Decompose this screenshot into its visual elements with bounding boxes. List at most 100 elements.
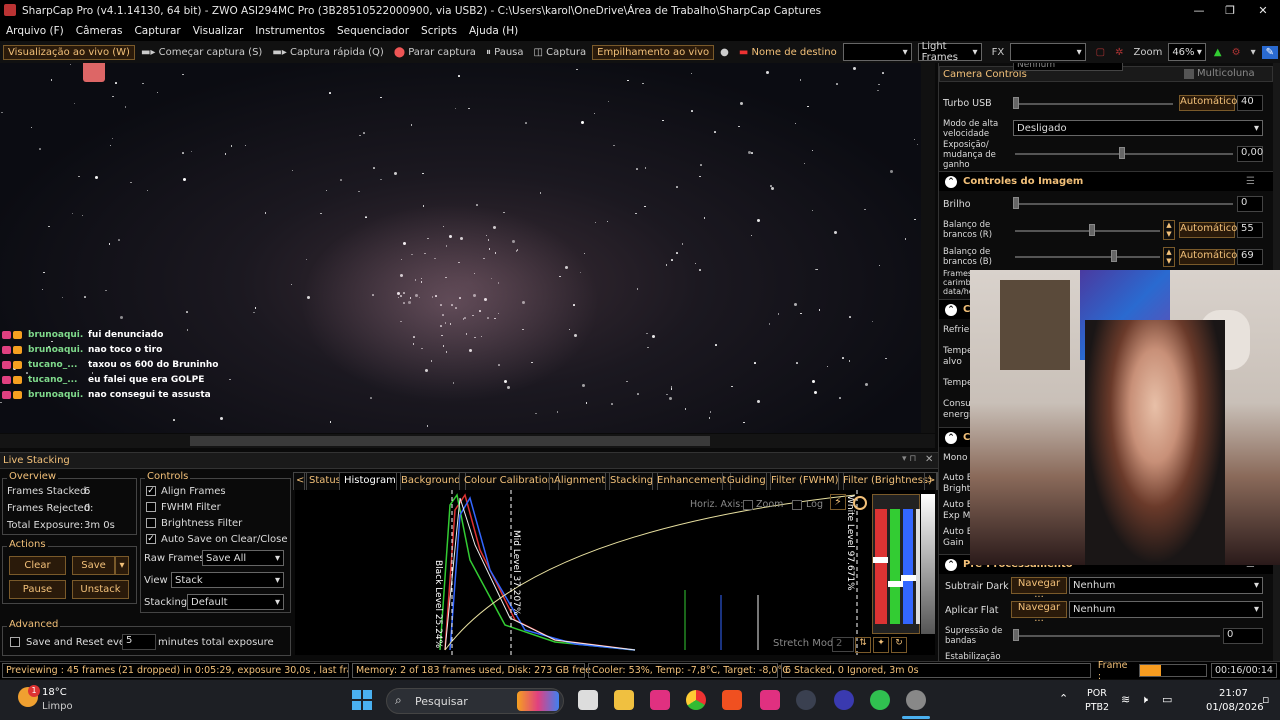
wb-b-auto-button[interactable]: Automático — [1179, 249, 1237, 265]
obs-icon[interactable] — [796, 690, 816, 710]
apply-flat-combo[interactable]: Nenhum ▾ — [1069, 601, 1263, 618]
capture-button[interactable]: ◫ Captura — [530, 46, 591, 59]
tab-filter-brightness[interactable]: Filter (Brightness) — [838, 472, 938, 490]
brightness-filter-checkbox[interactable] — [146, 518, 156, 528]
tab-background[interactable]: Background — [396, 472, 466, 490]
brave-icon[interactable] — [722, 690, 742, 710]
histogram-panel[interactable]: Black Level 25.24% Mid Level 37.207% Whi… — [295, 490, 935, 655]
tab-guiding[interactable]: Guiding — [722, 472, 771, 490]
subtract-dark-combo[interactable]: Nenhum ▾ — [1069, 577, 1263, 594]
turbo-usb-knob[interactable] — [1013, 97, 1019, 109]
volume-icon[interactable]: 🕨 — [1141, 693, 1148, 707]
intensity-bar[interactable] — [921, 494, 935, 634]
green-handle[interactable] — [888, 581, 903, 587]
pin-icon[interactable]: ▾ ⊓ — [902, 454, 916, 464]
quick-capture-button[interactable]: ▬▸ Captura rápida (Q) — [268, 46, 387, 59]
histogram-graph[interactable] — [295, 490, 935, 655]
save-button[interactable]: Save — [72, 556, 115, 575]
stellarium-icon[interactable] — [834, 690, 854, 710]
menu-scripts[interactable]: Scripts — [415, 25, 463, 37]
log-checkbox[interactable] — [792, 500, 802, 510]
auto-save-checkbox[interactable]: ✓ — [146, 534, 156, 544]
pin-icon[interactable]: ✎ — [1261, 45, 1279, 59]
menu-cameras[interactable]: Câmeras — [70, 25, 129, 37]
clock-date[interactable]: 01/08/2026 — [1206, 702, 1264, 713]
red-bar[interactable] — [875, 509, 887, 624]
sharpcap-icon[interactable] — [906, 690, 926, 710]
windows-start-icon[interactable] — [352, 690, 372, 710]
clear-button[interactable]: Clear — [9, 556, 66, 575]
start-capture-button[interactable]: ▬▸ Começar captura (S) — [137, 46, 266, 59]
wb-r-knob[interactable] — [1089, 224, 1095, 236]
close-icon[interactable]: ✕ — [925, 454, 933, 465]
brightness-slider[interactable] — [1015, 203, 1233, 205]
zoom-combo[interactable]: 46% ▾ — [1168, 43, 1206, 61]
tray-chevron-icon[interactable]: ⌃ — [1059, 692, 1068, 705]
stretch-arrows-icon[interactable]: ⇅ — [855, 637, 871, 653]
turbo-usb-auto-button[interactable]: Automático — [1179, 95, 1237, 111]
subtract-dark-browse-button[interactable]: Navegar ... — [1011, 577, 1067, 600]
live-view-button[interactable]: Visualização ao vivo (W) — [3, 44, 135, 60]
frame-type-combo[interactable]: Light Frames ▾ — [917, 41, 982, 63]
taskbar-search-box[interactable]: ⌕ Pesquisar — [386, 688, 564, 714]
menu-help[interactable]: Ajuda (H) — [463, 25, 524, 37]
phd2-icon[interactable] — [870, 690, 890, 710]
tab-enhancement[interactable]: Enhancement — [652, 472, 732, 490]
fx-combo[interactable]: ▾ — [1010, 43, 1086, 61]
clock-time[interactable]: 21:07 — [1219, 688, 1248, 699]
stop-capture-button[interactable]: ⬤ Parar captura — [390, 46, 480, 59]
tab-colour-calibration[interactable]: Colour Calibration — [459, 472, 560, 490]
lightning-icon[interactable]: ⚡ — [830, 494, 846, 510]
red-handle[interactable] — [873, 557, 888, 563]
pause-button[interactable]: ⏸ Pausa — [482, 46, 528, 59]
high-speed-combo[interactable]: Desligado ▾ — [1013, 120, 1263, 136]
reset-stretch-icon[interactable]: ↻ — [891, 637, 907, 653]
wb-r-slider[interactable] — [1015, 230, 1160, 232]
tabs-scroll-right[interactable]: > — [924, 472, 939, 490]
pause-button[interactable]: Pause — [9, 580, 66, 599]
wb-b-slider[interactable] — [1015, 256, 1160, 258]
live-stack-button[interactable]: Empilhamento ao vivo — [592, 44, 715, 60]
settings-icon[interactable]: ⚙ — [1228, 46, 1245, 59]
align-frames-checkbox[interactable]: ✓ — [146, 486, 156, 496]
colour-balance-control[interactable] — [872, 494, 920, 634]
target-icon[interactable]: ✲ — [1111, 46, 1127, 59]
refresh-icon[interactable] — [853, 496, 867, 510]
save-reset-checkbox[interactable] — [10, 637, 20, 647]
green-bar[interactable] — [890, 509, 900, 624]
menu-view[interactable]: Visualizar — [187, 25, 250, 37]
notifications-icon[interactable]: ▫ — [1262, 693, 1269, 706]
reticle-icon[interactable]: ▢ — [1092, 46, 1109, 59]
multicolumn-checkbox[interactable] — [1184, 69, 1194, 79]
target-name-button[interactable]: ▬ Nome de destino — [735, 46, 841, 59]
wb-r-value[interactable]: 55 — [1237, 222, 1263, 238]
band-suppression-value[interactable]: 0 — [1223, 628, 1263, 644]
keyboard-layout[interactable]: PTB2 — [1085, 702, 1109, 713]
scrollbar-thumb[interactable] — [190, 436, 710, 446]
close-button[interactable]: ✕ — [1248, 0, 1278, 21]
wb-r-spinner[interactable]: ▲ ▼ — [1163, 220, 1175, 240]
minimize-button[interactable]: — — [1184, 0, 1214, 21]
apply-flat-browse-button[interactable]: Navegar ... — [1011, 601, 1067, 624]
tab-filter-fwhm[interactable]: Filter (FWHM) — [766, 472, 844, 490]
wb-b-spinner[interactable]: ▲ ▼ — [1163, 247, 1175, 267]
tab-alignment[interactable]: Alignment — [549, 472, 611, 490]
blue-handle[interactable] — [901, 575, 916, 581]
app-icon[interactable] — [760, 690, 780, 710]
target-name-combo[interactable]: ▾ — [842, 43, 912, 61]
view-combo[interactable]: Stack ▾ — [171, 572, 284, 588]
top-value-field[interactable]: Nenhum — [1013, 63, 1123, 71]
turbo-usb-value[interactable]: 40 — [1237, 95, 1263, 111]
wifi-icon[interactable]: ≋ — [1121, 693, 1130, 706]
battery-icon[interactable]: ▭ — [1162, 693, 1172, 706]
stretch-mode-value[interactable]: 2 — [832, 637, 854, 652]
unstack-button[interactable]: Unstack — [72, 580, 129, 599]
image-controls-header[interactable]: ⌃ Controles do Imagem ☰ — [939, 171, 1273, 191]
task-view-icon[interactable] — [578, 690, 598, 710]
menu-icon[interactable]: ☰ — [1246, 176, 1255, 187]
file-explorer-icon[interactable] — [614, 690, 634, 710]
tab-histogram[interactable]: Histogram — [339, 472, 401, 490]
white-bar[interactable] — [916, 509, 920, 624]
fwhm-filter-checkbox[interactable] — [146, 502, 156, 512]
wb-r-auto-button[interactable]: Automático — [1179, 222, 1237, 238]
